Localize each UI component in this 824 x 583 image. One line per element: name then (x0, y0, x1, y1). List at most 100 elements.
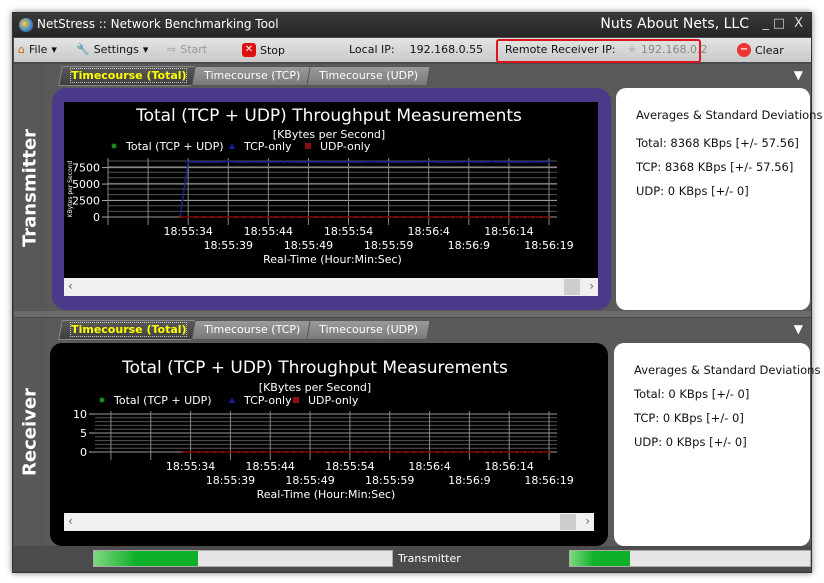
stats-title: Averages & Standard Deviations (636, 108, 823, 122)
data-point (309, 451, 312, 453)
data-point (500, 451, 503, 453)
data-point (243, 216, 246, 218)
dropdown-arrow-icon: ▾ (142, 43, 149, 56)
data-point (229, 451, 232, 453)
transmitter-stats-panel: Averages & Standard Deviations Total: 83… (616, 88, 822, 310)
data-point (436, 451, 439, 453)
file-menu[interactable]: ⌂ File ▾ (18, 43, 57, 56)
start-label: Start (180, 43, 208, 56)
x-tick-label: 18:55:59 (364, 239, 413, 252)
splitter[interactable] (14, 311, 811, 317)
chart-frame: Total (TCP + UDP) Throughput Measurement… (52, 88, 611, 310)
app-window: NetStress :: Network Benchmarking Tool N… (12, 12, 822, 573)
tab-timecourse-udp[interactable]: Timecourse (UDP) (305, 66, 431, 86)
data-point (325, 451, 327, 453)
legend-marker-total (99, 397, 105, 403)
receiver-tabs: Timecourse (Total) Timecourse (TCP) Time… (58, 320, 431, 340)
data-point (219, 216, 222, 218)
data-point (364, 451, 367, 453)
file-label: File (28, 43, 48, 56)
panel-menu-icon[interactable]: ▼ (794, 68, 803, 82)
data-point (539, 216, 542, 218)
scroll-thumb[interactable] (564, 279, 580, 295)
tab-timecourse-udp[interactable]: Timecourse (UDP) (305, 320, 431, 340)
legend-label: UDP-only (320, 140, 371, 153)
legend-label: TCP-only (243, 394, 292, 407)
data-point (267, 216, 270, 218)
scroll-right-icon[interactable]: › (585, 514, 590, 528)
transmitter-progress-bar (93, 550, 393, 567)
data-point (483, 216, 486, 218)
x-tick-label: 18:56:9 (448, 474, 490, 487)
dropdown-arrow-icon: ▾ (51, 43, 57, 56)
data-point (315, 160, 318, 163)
legend-marker-udp (293, 397, 299, 403)
x-tick-label: 18:55:34 (163, 225, 212, 238)
clear-button[interactable]: − Clear (737, 43, 784, 57)
transmitter-section: Transmitter Timecourse (Total) Timecours… (14, 64, 822, 311)
data-point (211, 216, 214, 218)
stats-tcp: TCP: 8368 KBps [+/- 57.56] (636, 160, 794, 174)
start-button[interactable]: ⇨ Start (167, 43, 207, 56)
x-tick-label: 18:55:34 (166, 460, 215, 473)
x-tick-label: 18:55:49 (284, 239, 333, 252)
chart-scrollbar[interactable]: ‹ › (64, 278, 598, 296)
clear-label: Clear (755, 43, 784, 57)
scroll-left-icon[interactable]: ‹ (68, 514, 73, 528)
data-point (467, 216, 470, 218)
data-point (468, 451, 471, 453)
data-point (531, 216, 534, 218)
scroll-right-icon[interactable]: › (589, 279, 594, 293)
settings-menu[interactable]: 🔧 Settings ▾ (76, 43, 148, 56)
maximize-button[interactable]: □ (773, 16, 785, 31)
minimize-button[interactable]: _ (763, 16, 770, 31)
data-point (299, 216, 302, 218)
data-point (355, 216, 358, 218)
data-point (315, 216, 318, 218)
x-tick-label: 18:56:4 (408, 225, 450, 238)
data-point (548, 451, 551, 453)
data-point (339, 160, 342, 163)
data-point (395, 216, 398, 218)
remote-receiver-ip[interactable]: Remote Receiver IP: ★ 192.168.0.2 (505, 43, 707, 56)
data-point (443, 216, 446, 218)
data-point (459, 216, 462, 218)
data-point (547, 216, 550, 218)
data-point (205, 451, 208, 453)
panel-menu-icon[interactable]: ▼ (794, 322, 803, 336)
y-tick-label: 5 (80, 427, 87, 440)
data-point (523, 160, 526, 163)
x-tick-label: 18:56:9 (448, 239, 490, 252)
scroll-thumb[interactable] (560, 514, 576, 530)
data-point (419, 160, 422, 163)
data-point (379, 216, 382, 218)
chart-title: Total (TCP + UDP) Throughput Measurement… (135, 106, 522, 126)
y-tick-label: 0 (93, 211, 100, 224)
data-point (237, 451, 240, 453)
data-point (395, 160, 398, 163)
chart-scrollbar[interactable]: ‹ › (64, 513, 594, 531)
tab-timecourse-total[interactable]: Timecourse (Total) (58, 320, 200, 340)
x-tick-label: 18:55:39 (206, 474, 255, 487)
data-point (451, 160, 454, 163)
data-point (491, 216, 494, 218)
tab-timecourse-tcp[interactable]: Timecourse (TCP) (191, 320, 314, 340)
data-point (219, 160, 222, 163)
data-point (507, 216, 510, 218)
y-axis-label: KBytes per Second (67, 160, 74, 217)
stop-button[interactable]: ✕ Stop (242, 43, 285, 57)
close-button[interactable]: X (794, 16, 803, 31)
tab-timecourse-total[interactable]: Timecourse (Total) (58, 66, 200, 86)
data-point (189, 451, 192, 453)
data-point (516, 451, 519, 453)
tab-timecourse-tcp[interactable]: Timecourse (TCP) (191, 66, 314, 86)
data-point (243, 160, 246, 163)
data-point (419, 216, 422, 218)
chart-subtitle: [KBytes per Second] (259, 381, 371, 394)
scroll-left-icon[interactable]: ‹ (68, 279, 73, 293)
stats-tcp: TCP: 0 KBps [+/- 0] (634, 411, 744, 425)
data-point (181, 451, 184, 453)
data-point (380, 451, 383, 453)
data-point (227, 160, 230, 163)
legend-marker-tcp (229, 397, 235, 403)
